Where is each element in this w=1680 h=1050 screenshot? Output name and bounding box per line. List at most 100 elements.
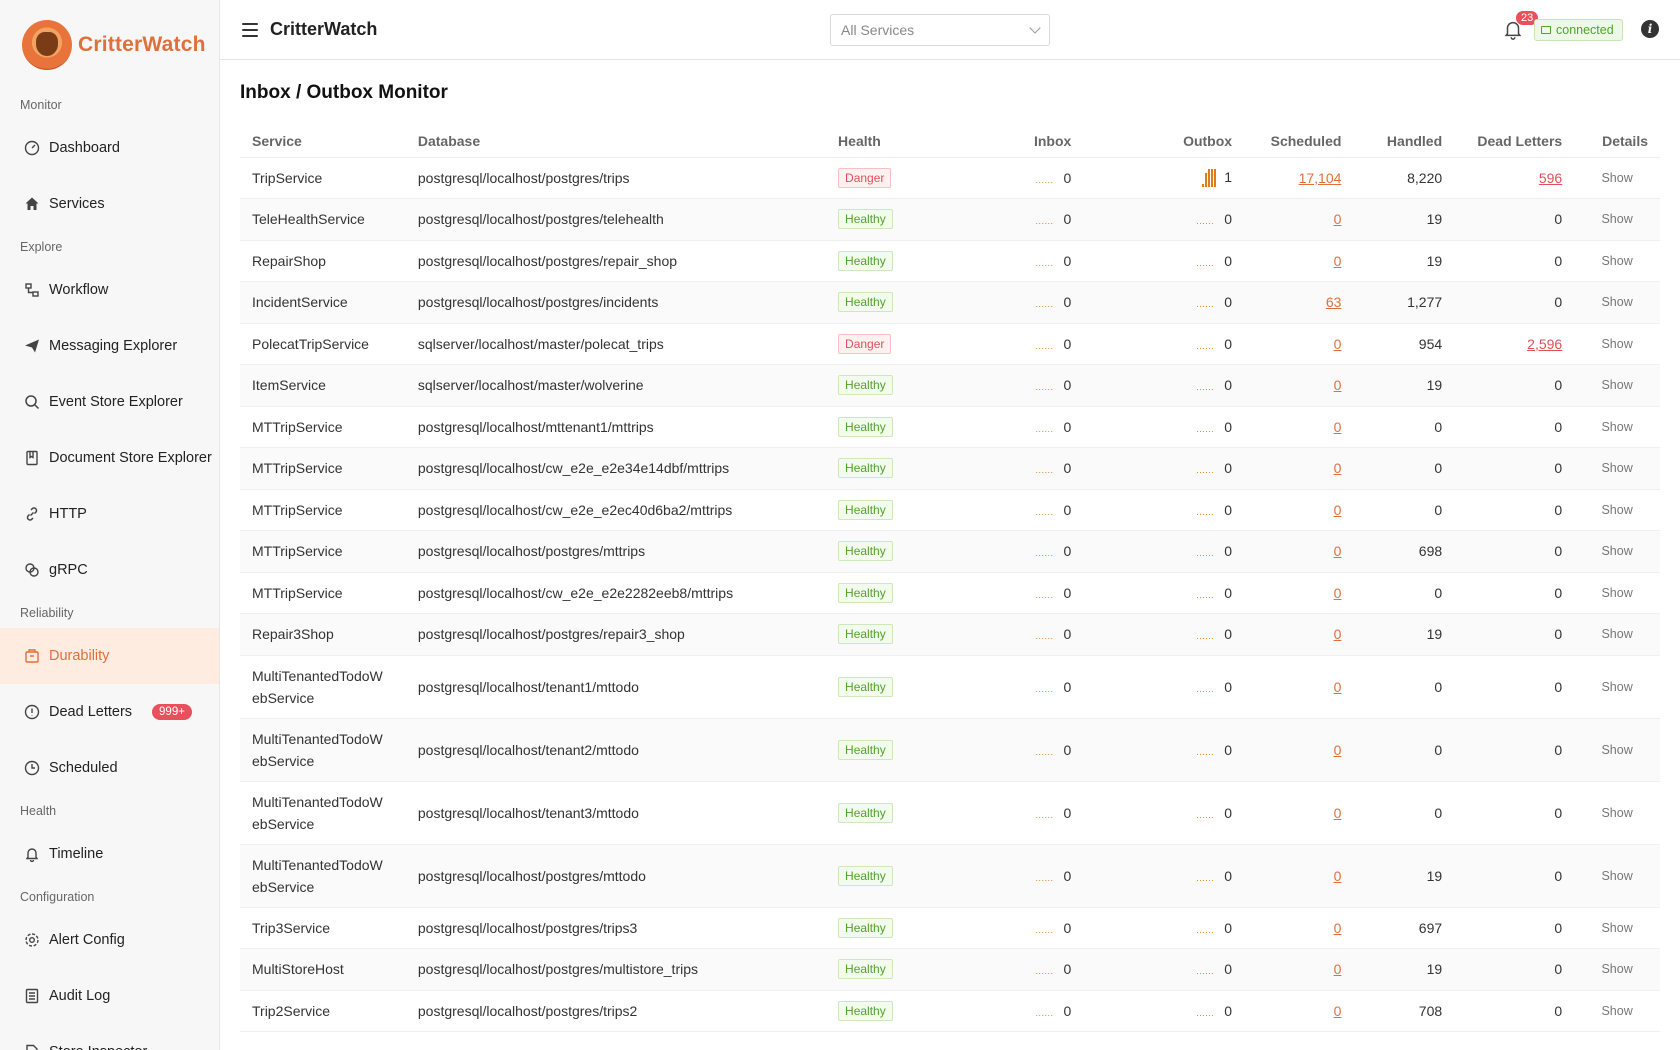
scheduled-count-link[interactable]: 0 <box>1334 377 1342 393</box>
scheduled-count-link[interactable]: 0 <box>1334 585 1342 601</box>
sidebar-item-label: Document Store Explorer <box>49 450 212 466</box>
dead-letters-count-link[interactable]: 596 <box>1539 170 1562 186</box>
show-details-button[interactable]: Show <box>1601 295 1632 309</box>
sidebar-item-label: HTTP <box>49 506 87 522</box>
scheduled-count-link[interactable]: 0 <box>1334 805 1342 821</box>
dead-letters-cell: 2,596 <box>1454 323 1575 365</box>
show-details-button[interactable]: Show <box>1601 627 1632 641</box>
service-name: Trip3Service <box>252 919 331 936</box>
show-details-button[interactable]: Show <box>1601 921 1632 935</box>
sidebar-item-services[interactable]: Services <box>0 176 219 232</box>
inbox-count: 0 <box>1063 543 1072 560</box>
sidebar-item-alert-config[interactable]: Alert Config <box>0 912 219 968</box>
sidebar-item-grpc[interactable]: gRPC <box>0 542 219 598</box>
show-details-button[interactable]: Show <box>1601 869 1632 883</box>
sidebar-item-audit-log[interactable]: Audit Log <box>0 968 219 1024</box>
show-details-button[interactable]: Show <box>1601 337 1632 351</box>
show-details-button[interactable]: Show <box>1601 680 1632 694</box>
sidebar-item-label: gRPC <box>49 562 88 578</box>
sidebar-item-messaging-explorer[interactable]: Messaging Explorer <box>0 318 219 374</box>
scheduled-count-link[interactable]: 0 <box>1334 460 1342 476</box>
sidebar-item-http[interactable]: HTTP <box>0 486 219 542</box>
menu-toggle-icon[interactable] <box>242 22 258 37</box>
scheduled-count-link[interactable]: 63 <box>1326 294 1342 310</box>
show-details-button[interactable]: Show <box>1601 212 1632 226</box>
outbox-count: 0 <box>1224 919 1233 936</box>
brand[interactable]: CritterWatch <box>0 0 219 90</box>
sidebar-item-scheduled[interactable]: Scheduled <box>0 740 219 796</box>
sidebar-item-durability[interactable]: Durability <box>0 628 219 684</box>
dead-letters-count: 0 <box>1554 919 1563 936</box>
scheduled-count-link[interactable]: 0 <box>1334 543 1342 559</box>
show-details-button[interactable]: Show <box>1601 503 1632 517</box>
workflow-icon <box>24 282 40 298</box>
outbox-count: 0 <box>1224 418 1233 435</box>
info-icon[interactable]: i <box>1641 20 1659 38</box>
home-icon <box>24 196 40 212</box>
scheduled-cell: 0 <box>1244 948 1354 991</box>
table-row: MTTripService postgresql/localhost/cw_e2e… <box>240 572 1660 614</box>
service-filter-select[interactable]: All Services <box>830 14 1050 46</box>
outbox-count: 0 <box>1224 294 1233 311</box>
database-cell: postgresql/localhost/postgres/multistore… <box>405 948 827 991</box>
show-details-button[interactable]: Show <box>1601 586 1632 600</box>
show-details-button[interactable]: Show <box>1601 806 1632 820</box>
box-icon <box>24 648 40 664</box>
column-header-dead-letters: Dead Letters <box>1454 125 1575 158</box>
sidebar-item-label: Dead Letters <box>49 704 133 720</box>
scheduled-count-link[interactable]: 0 <box>1334 1003 1342 1019</box>
scheduled-count-link[interactable]: 0 <box>1334 679 1342 695</box>
scheduled-count-link[interactable]: 0 <box>1334 211 1342 227</box>
sidebar-item-label: Event Store Explorer <box>49 394 183 410</box>
service-cell: Trip3Service <box>240 907 406 949</box>
scheduled-count-link[interactable]: 0 <box>1334 920 1342 936</box>
sidebar-item-dashboard[interactable]: Dashboard <box>0 120 219 176</box>
sidebar-item-workflow[interactable]: Workflow <box>0 262 219 318</box>
scheduled-count-link[interactable]: 0 <box>1334 961 1342 977</box>
notifications-bell-icon[interactable]: 23 <box>1502 11 1539 42</box>
show-details-button[interactable]: Show <box>1601 962 1632 976</box>
details-cell: Show <box>1574 240 1660 282</box>
service-cell: MultiTenantedTodoW ebService <box>240 718 406 782</box>
inbox-count: 0 <box>1063 678 1072 695</box>
inbox-sparkline: ...... <box>1035 966 1054 977</box>
sidebar-item-event-store-explorer[interactable]: Event Store Explorer <box>0 374 219 430</box>
details-cell: Show <box>1574 281 1660 324</box>
health-cell: Danger <box>826 323 955 365</box>
service-name-line: ebService <box>252 752 315 769</box>
sidebar-item-timeline[interactable]: Timeline <box>0 826 219 882</box>
sidebar-item-document-store-explorer[interactable]: Document Store Explorer <box>0 430 219 486</box>
show-details-button[interactable]: Show <box>1601 254 1632 268</box>
handled-count: 19 <box>1426 626 1443 643</box>
dead-letters-count: 0 <box>1554 678 1563 695</box>
scheduled-count-link[interactable]: 0 <box>1334 336 1342 352</box>
scheduled-count-link[interactable]: 0 <box>1334 502 1342 518</box>
sidebar-item-store-inspector[interactable]: Store Inspector <box>0 1024 219 1050</box>
scheduled-count-link[interactable]: 0 <box>1334 742 1342 758</box>
dead-letters-count: 0 <box>1554 294 1563 311</box>
inbox-cell: ...... 0 <box>954 281 1084 324</box>
handled-cell: 19 <box>1353 364 1455 407</box>
inbox-outbox-table: Service Database Health Inbox Outbox Schedule… <box>240 125 1660 1032</box>
scheduled-count-link[interactable]: 0 <box>1334 868 1342 884</box>
scheduled-count-link[interactable]: 0 <box>1334 626 1342 642</box>
outbox-sparkline: ...... <box>1196 465 1215 476</box>
database-name: postgresql/localhost/tenant1/mttodo <box>417 678 639 695</box>
show-details-button[interactable]: Show <box>1601 544 1632 558</box>
outbox-cell: ...... 0 <box>1083 281 1245 324</box>
show-details-button[interactable]: Show <box>1601 378 1632 392</box>
show-details-button[interactable]: Show <box>1601 743 1632 757</box>
scheduled-count-link[interactable]: 0 <box>1334 419 1342 435</box>
sidebar-item-dead-letters[interactable]: Dead Letters 999+ <box>0 684 219 740</box>
scheduled-count-link[interactable]: 17,104 <box>1299 170 1342 186</box>
show-details-button[interactable]: Show <box>1601 171 1632 185</box>
scheduled-count-link[interactable]: 0 <box>1334 253 1342 269</box>
outbox-count: 0 <box>1224 460 1233 477</box>
health-cell: Healthy <box>826 718 955 782</box>
show-details-button[interactable]: Show <box>1601 461 1632 475</box>
service-cell: MTTripService <box>240 489 406 531</box>
show-details-button[interactable]: Show <box>1601 420 1632 434</box>
show-details-button[interactable]: Show <box>1601 1004 1632 1018</box>
outbox-count: 0 <box>1224 211 1233 228</box>
dead-letters-count-link[interactable]: 2,596 <box>1527 336 1562 352</box>
